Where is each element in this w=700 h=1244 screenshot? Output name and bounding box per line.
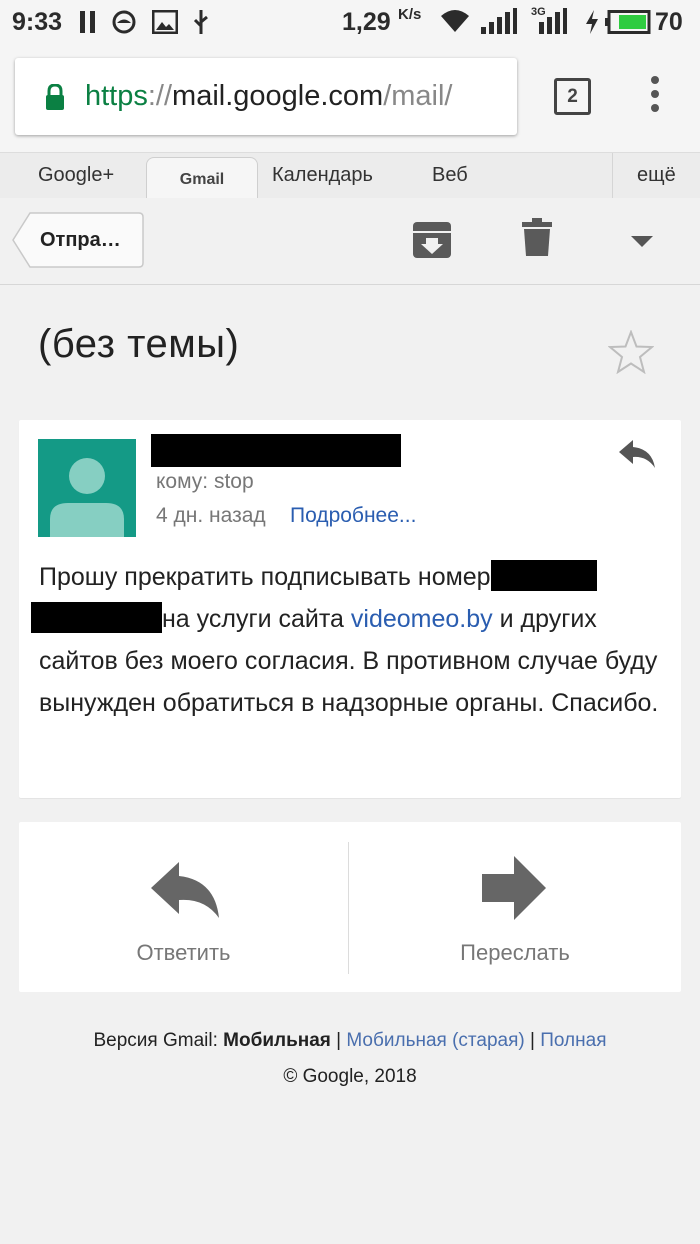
url-path: /mail/ [383,80,453,112]
image-icon [152,10,178,34]
browser-toolbar: https://mail.google.com/mail/ 2 [0,44,700,152]
separator: | [524,1030,541,1051]
star-icon[interactable] [608,330,654,374]
reply-large-icon [151,862,219,918]
details-link[interactable]: Подробнее... [290,504,416,528]
signal-3g-icon [539,8,567,34]
phone-number-redacted-2 [31,602,162,633]
forward-button[interactable]: Переслать [349,822,681,992]
url-bar[interactable]: https://mail.google.com/mail/ [15,58,517,135]
message-subject: (без темы) [38,322,240,366]
forward-label: Переслать [460,940,570,965]
message-body: Прошу прекратить подписывать номер на усл… [31,556,669,724]
nav-divider [612,153,613,198]
url-text[interactable]: https://mail.google.com/mail/ [85,58,453,135]
status-bar: 9:33 1,29 K/s 3G 70 [0,0,700,44]
version-prefix: Версия Gmail: [93,1030,224,1051]
nav-tab-calendar[interactable]: Календарь [272,153,373,198]
signal-icon [481,8,517,34]
battery-level: 70 [655,8,683,36]
back-button[interactable]: Отпра… [12,212,144,268]
pause-icon [80,11,95,33]
message-toolbar: Отпра… [0,198,700,285]
sender-avatar [38,439,136,537]
google-nav-bar: Google+ Gmail Календарь Веб ещё [0,152,700,200]
tab-switcher-button[interactable]: 2 [554,78,591,115]
nav-more[interactable]: ещё [637,153,676,198]
lock-icon [46,84,64,110]
charging-icon [586,10,598,34]
net-speed-unit: K/s [398,6,422,23]
reply-icon[interactable] [617,438,657,470]
reply-forward-panel: Ответить Переслать [19,822,681,992]
reply-label: Ответить [136,940,231,965]
battery-icon [605,10,651,34]
message-card: кому: stop 4 дн. назад Подробнее... Прош… [19,420,681,798]
separator: | [330,1030,347,1051]
phone-number-redacted [490,560,597,591]
app-notification-icon [112,10,136,34]
more-actions-dropdown-icon[interactable] [631,236,653,248]
overflow-menu-icon[interactable] [648,74,662,114]
body-link[interactable]: videomeo.by [351,605,493,633]
nav-tab-gmail[interactable]: Gmail [146,157,258,200]
sender-name-redacted [151,434,401,467]
clock: 9:33 [12,8,63,36]
recipient-line: кому: stop [156,470,254,493]
nav-tab-google-plus[interactable]: Google+ [38,153,114,198]
version-footer: Версия Gmail: Мобильная | Мобильная (ста… [0,1030,700,1052]
archive-icon[interactable] [413,222,451,258]
forward-icon [482,856,546,920]
back-button-label: Отпра… [40,229,121,251]
body-text-2: на услуги сайта [162,605,351,633]
url-host: mail.google.com [172,80,384,112]
version-current: Мобильная [223,1030,331,1051]
person-icon [50,458,124,537]
usb-icon [193,10,208,34]
net-speed: 1,29 [342,8,391,36]
url-separator: :// [147,80,173,112]
reply-button[interactable]: Ответить [19,822,348,992]
message-date: 4 дн. назад [156,504,266,527]
body-text-1: Прошу прекратить подписывать номер [39,563,491,591]
version-old-link[interactable]: Мобильная (старая) [346,1030,524,1051]
wifi-icon [441,10,469,32]
url-scheme: https [85,80,148,112]
copyright: © Google, 2018 [283,1066,417,1087]
version-full-link[interactable]: Полная [540,1030,606,1051]
nav-tab-web[interactable]: Веб [432,153,468,198]
delete-icon[interactable] [522,218,552,256]
